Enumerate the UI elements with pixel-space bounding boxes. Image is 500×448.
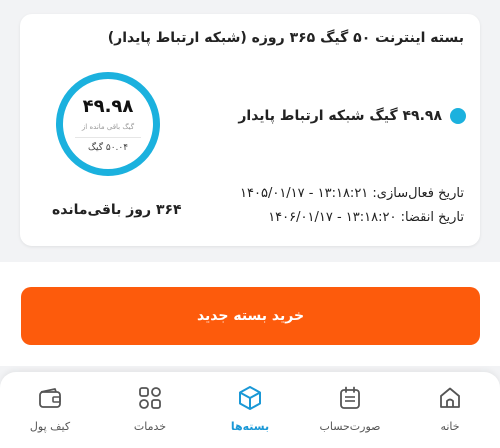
network-data-row: ۴۹.۹۸ گیگ شبکه ارتباط پایدار — [238, 108, 466, 124]
nav-item-packages[interactable]: بسته‌ها — [200, 372, 300, 448]
buy-section: خرید بسته جدید — [0, 262, 500, 366]
buy-new-package-button[interactable]: خرید بسته جدید — [21, 287, 480, 345]
nav-item-wallet[interactable]: کیف پول — [0, 372, 100, 448]
activation-date: تاریخ فعال‌سازی: ۱۳:۱۸:۲۱ - ۱۴۰۵/۰۱/۱۷ — [240, 186, 464, 201]
bill-icon — [340, 386, 360, 409]
bottom-navigation: کیف پول خدمات بسته‌ها صورت‌حساب — [0, 372, 500, 448]
network-data-label: ۴۹.۹۸ گیگ شبکه ارتباط پایدار — [238, 108, 442, 124]
ring-divider — [75, 137, 141, 138]
network-color-dot — [450, 108, 466, 124]
days-remaining: ۳۶۴ روز باقی‌مانده — [52, 202, 182, 218]
remaining-data-ring: ۴۹.۹۸ گیگ باقی مانده از ۵۰.۰۴ گیگ — [56, 72, 160, 176]
total-data-value: ۵۰.۰۴ گیگ — [87, 143, 129, 153]
home-icon — [440, 387, 460, 408]
nav-label-bill: صورت‌حساب — [319, 420, 381, 433]
package-box-icon — [239, 386, 261, 410]
nav-label-services: خدمات — [133, 420, 167, 433]
remaining-data-value: ۴۹.۹۸ — [82, 96, 134, 117]
nav-item-bill[interactable]: صورت‌حساب — [300, 372, 400, 448]
package-card: بسته اینترنت ۵۰ گیگ ۳۶۵ روزه (شبکه ارتبا… — [20, 14, 480, 246]
nav-item-home[interactable]: خانه — [400, 372, 500, 448]
nav-label-home: خانه — [440, 420, 460, 433]
nav-label-packages: بسته‌ها — [230, 420, 270, 433]
services-grid-icon — [139, 387, 161, 409]
nav-item-services[interactable]: خدمات — [100, 372, 200, 448]
package-title: بسته اینترنت ۵۰ گیگ ۳۶۵ روزه (شبکه ارتبا… — [107, 30, 464, 46]
remaining-data-caption: گیگ باقی مانده از — [81, 123, 135, 131]
nav-label-wallet: کیف پول — [29, 420, 71, 433]
wallet-icon — [39, 388, 61, 408]
expiry-date: تاریخ انقضا: ۱۳:۱۸:۲۰ - ۱۴۰۶/۰۱/۱۷ — [268, 210, 464, 225]
